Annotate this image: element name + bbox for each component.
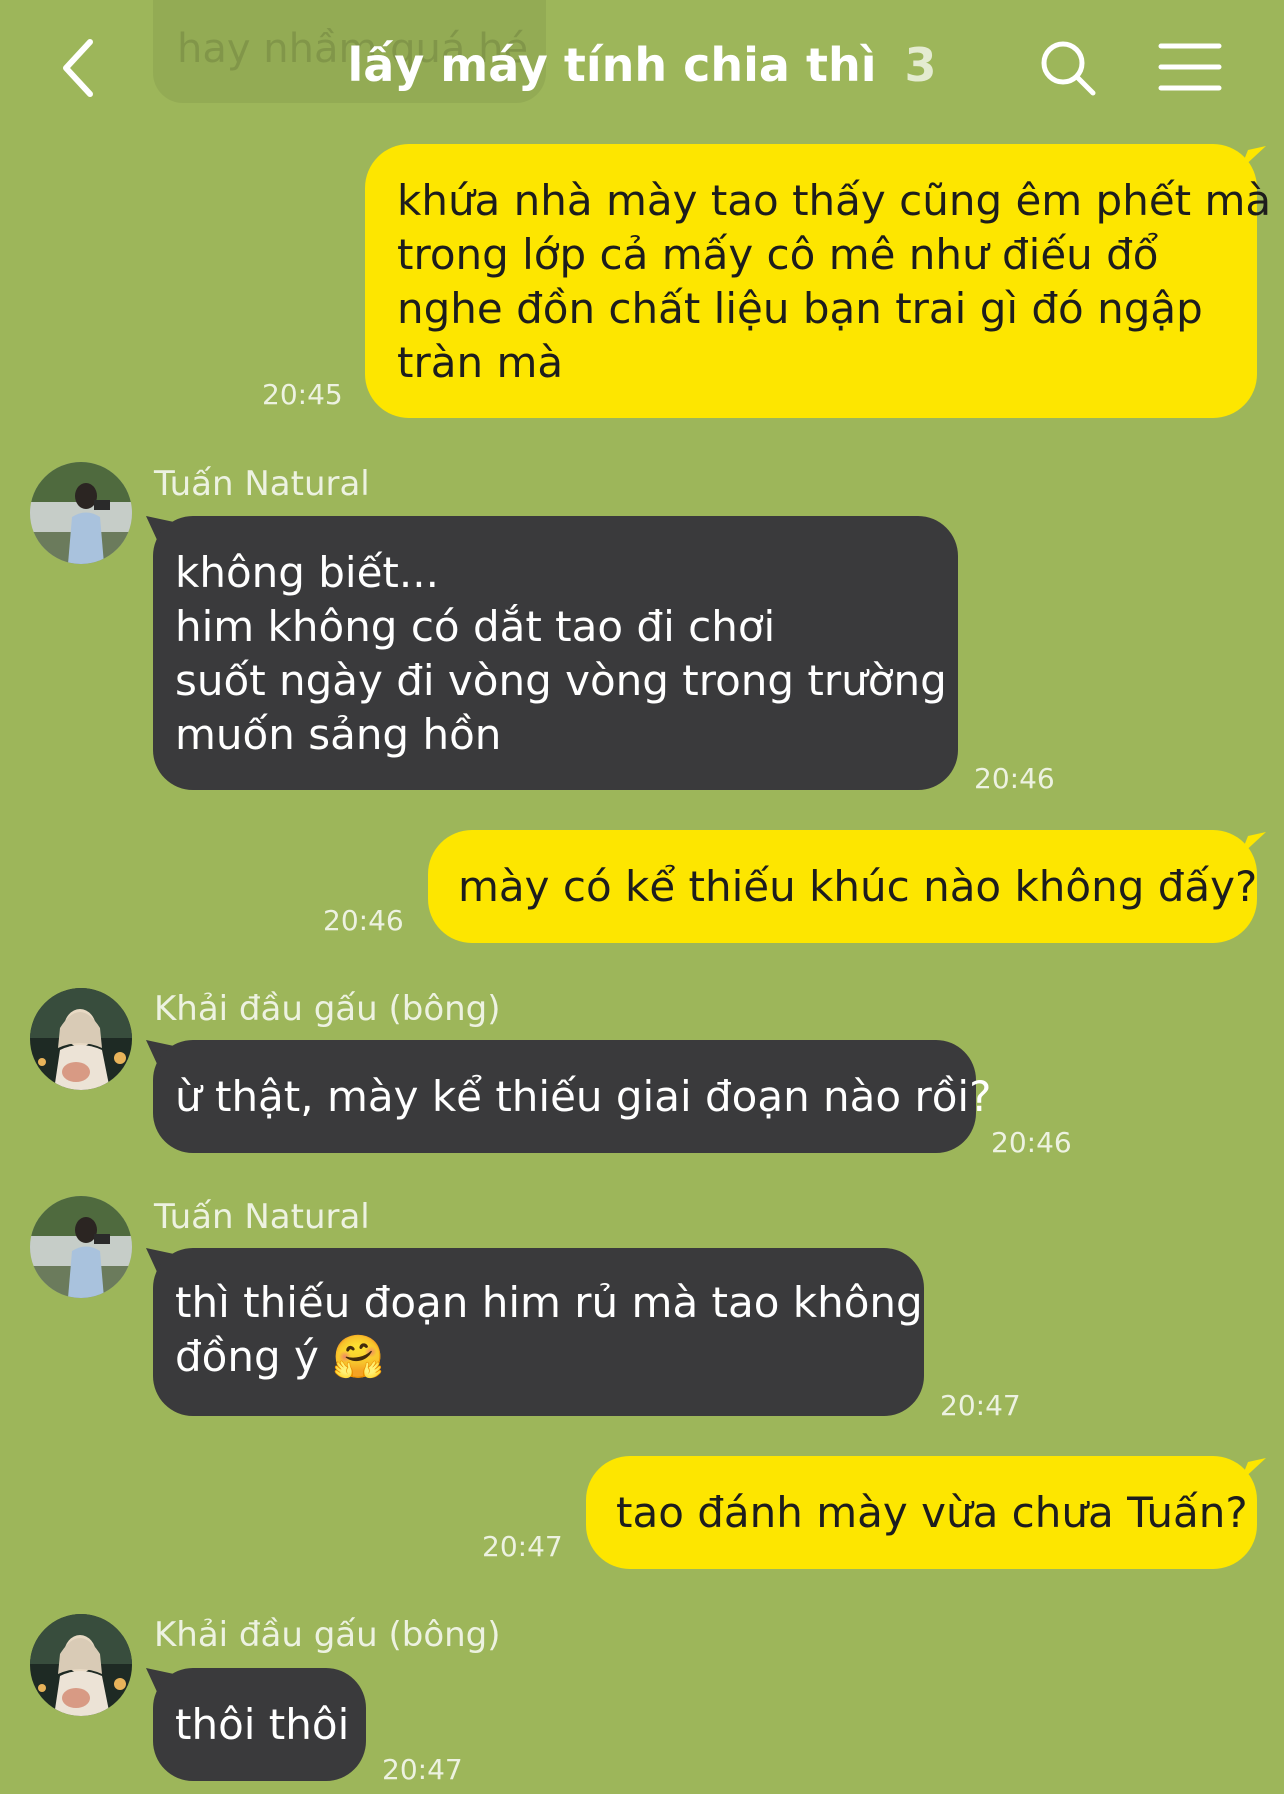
chat-title-text: lấy máy tính chia thì	[347, 38, 877, 92]
search-icon	[1041, 41, 1096, 96]
message-time: 20:47	[382, 1753, 463, 1786]
message-time: 20:46	[991, 1126, 1072, 1159]
message-line: khứa nhà mày tao thấy cũng êm phết mà	[397, 176, 1272, 225]
message-bubble[interactable]: không biết... him không có dắt tao đi ch…	[153, 516, 958, 790]
message-bubble[interactable]: mày có kể thiếu khúc nào không đấy?	[428, 830, 1257, 943]
sender-name: Khải đầu gấu (bông)	[154, 989, 501, 1029]
member-count: 3	[904, 38, 937, 92]
menu-icon	[1158, 43, 1222, 91]
message-line: ừ thật, mày kể thiếu giai đoạn nào rồi?	[175, 1072, 992, 1121]
message-time: 20:47	[482, 1530, 563, 1563]
avatar[interactable]	[30, 988, 132, 1090]
message-line: mày có kể thiếu khúc nào không đấy?	[458, 862, 1258, 911]
message-time: 20:46	[323, 904, 404, 937]
message-line: tràn mà	[397, 338, 564, 387]
message-time: 20:45	[262, 378, 343, 411]
message-line: tao đánh mày vừa chưa Tuấn?	[616, 1488, 1248, 1537]
message-time: 20:47	[940, 1389, 1021, 1422]
message-line: muốn sảng hồn	[175, 710, 502, 759]
message-bubble[interactable]: tao đánh mày vừa chưa Tuấn?	[586, 1456, 1257, 1569]
avatar[interactable]	[30, 1196, 132, 1298]
avatar-photo-tuan	[30, 462, 132, 564]
search-button[interactable]	[1030, 30, 1106, 106]
message-line: trong lớp cả mấy cô mê như điếu đổ	[397, 230, 1159, 279]
message-line: nghe đồn chất liệu bạn trai gì đó ngập	[397, 284, 1203, 333]
message-line: suốt ngày đi vòng vòng trong trường	[175, 656, 947, 705]
message-bubble[interactable]: thôi thôi	[153, 1668, 366, 1781]
message-bubble[interactable]: ừ thật, mày kể thiếu giai đoạn nào rồi?	[153, 1040, 992, 1153]
avatar-photo-khai	[30, 988, 132, 1090]
sender-name: Khải đầu gấu (bông)	[154, 1615, 501, 1655]
message-time: 20:46	[974, 762, 1055, 795]
message-bubble[interactable]: khứa nhà mày tao thấy cũng êm phết mà tr…	[365, 144, 1272, 418]
message-line: him không có dắt tao đi chơi	[175, 602, 776, 651]
sender-name: Tuấn Natural	[154, 1197, 370, 1237]
message-line: đồng ý 🤗	[175, 1332, 385, 1381]
chat-header: lấy máy tính chia thì 3	[0, 0, 1284, 135]
menu-button[interactable]	[1152, 34, 1228, 100]
avatar-photo-tuan	[30, 1196, 132, 1298]
avatar[interactable]	[30, 1614, 132, 1716]
message-line: thôi thôi	[175, 1700, 350, 1749]
message-bubble[interactable]: thì thiếu đoạn him rủ mà tao không đồng …	[153, 1248, 924, 1416]
message-line: thì thiếu đoạn him rủ mà tao không	[175, 1278, 923, 1327]
avatar[interactable]	[30, 462, 132, 564]
message-line: không biết...	[175, 548, 439, 597]
sender-name: Tuấn Natural	[154, 464, 370, 504]
avatar-photo-khai	[30, 1614, 132, 1716]
